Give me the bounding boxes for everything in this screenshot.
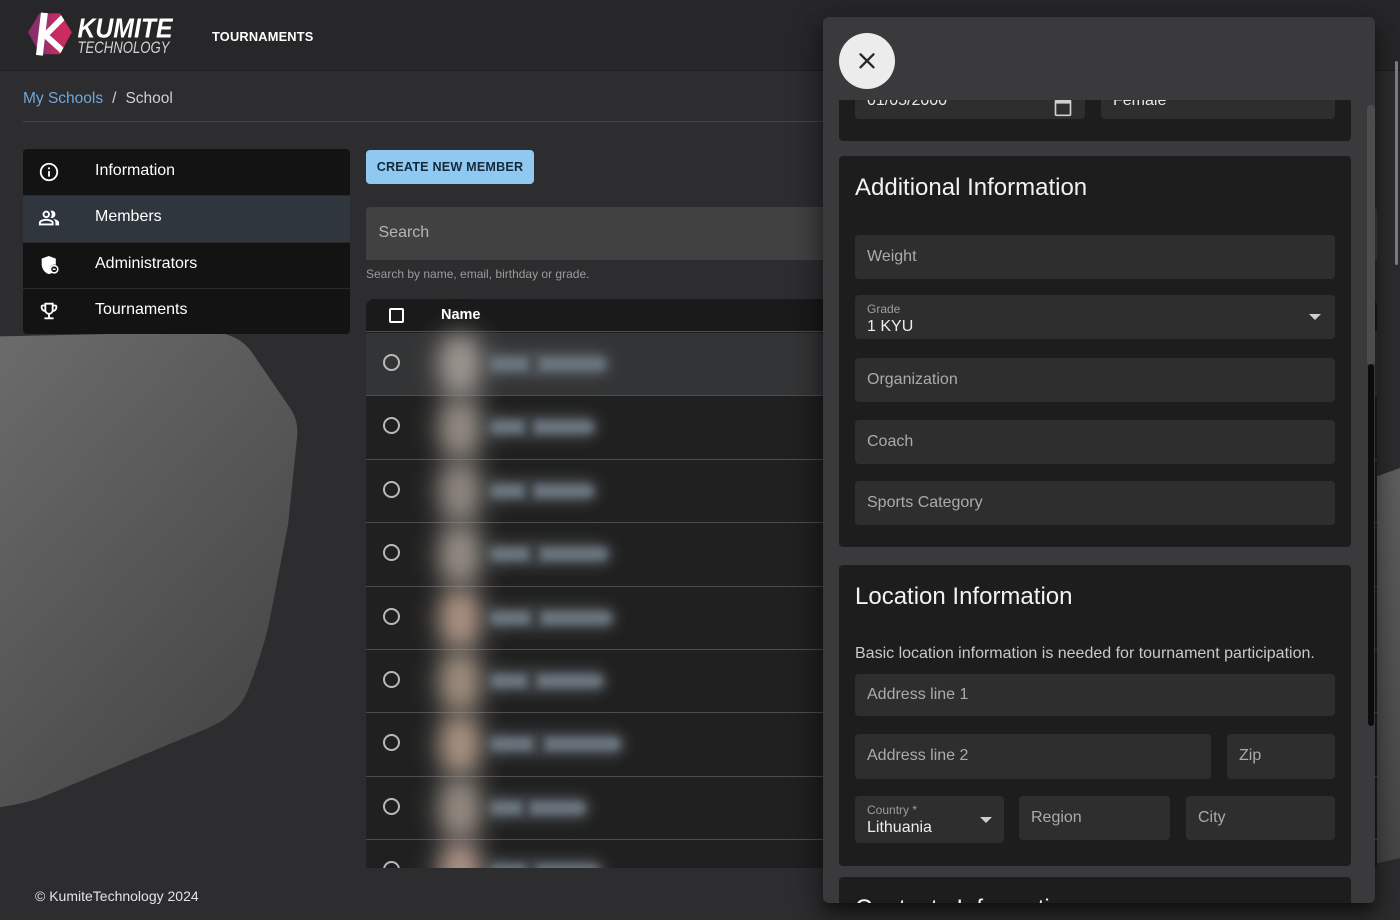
svg-text:TECHNOLOGY: TECHNOLOGY xyxy=(78,38,171,57)
